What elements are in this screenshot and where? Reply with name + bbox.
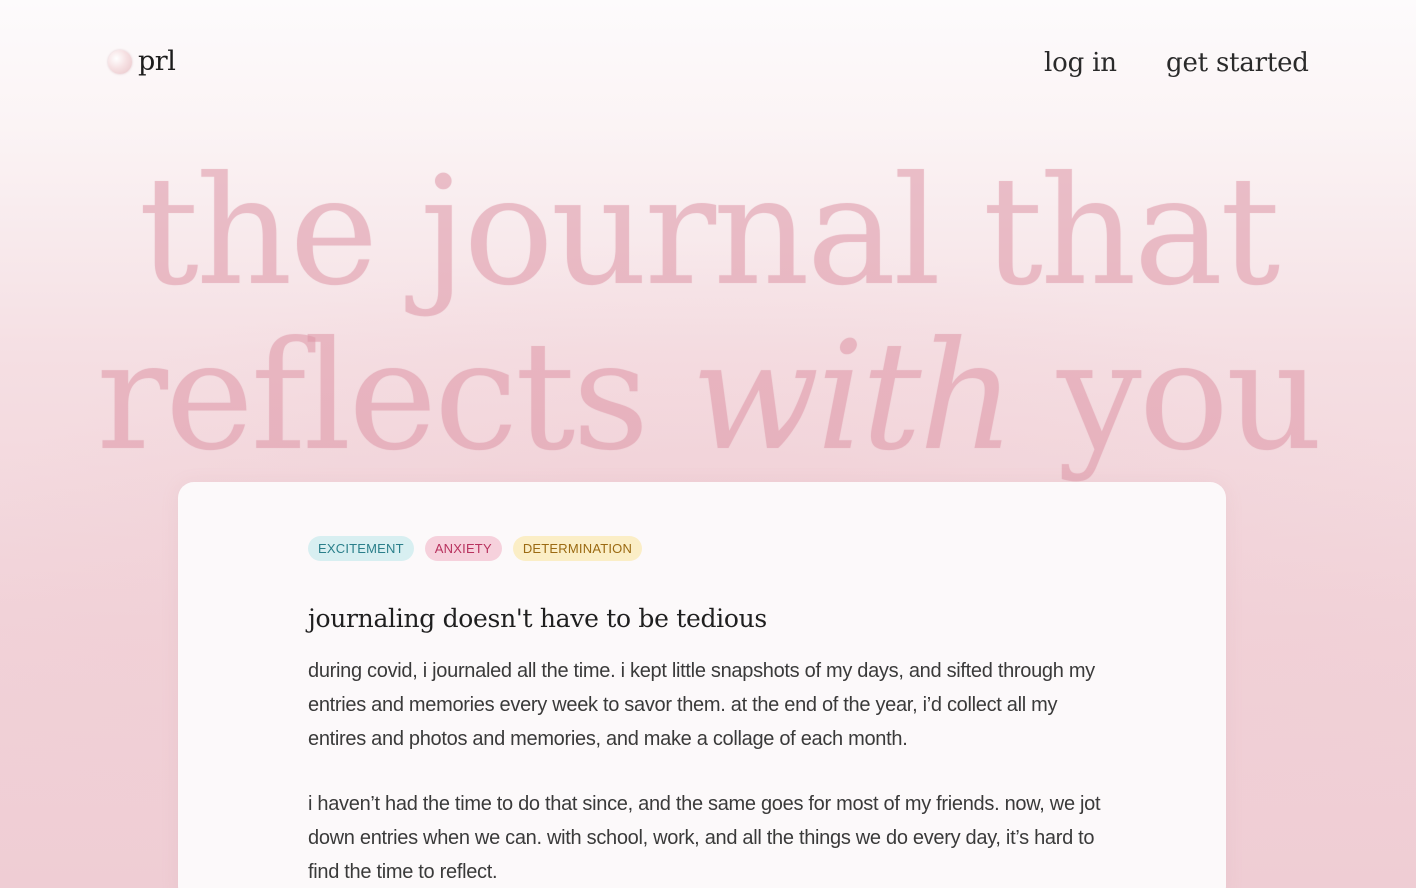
hero-word-you: you bbox=[1056, 310, 1323, 484]
pearl-logo-icon bbox=[108, 49, 132, 74]
get-started-link[interactable]: get started bbox=[1166, 48, 1309, 78]
hero-line-2: reflects with you bbox=[0, 315, 1416, 480]
logo-text: prl bbox=[138, 46, 176, 77]
hero-word-with: with bbox=[691, 310, 1015, 484]
entry-paragraph: i haven’t had the time to do that since,… bbox=[308, 793, 1101, 883]
login-link[interactable]: log in bbox=[1044, 48, 1117, 78]
hero-line-1: the journal that bbox=[138, 145, 1281, 319]
logo-link[interactable]: prl bbox=[108, 46, 176, 77]
top-nav: prl log in get started bbox=[0, 0, 1416, 130]
hero-word-reflects: reflects bbox=[96, 310, 649, 484]
emotion-tags: EXCITEMENT ANXIETY DETERMINATION bbox=[308, 536, 643, 561]
tag-determination: DETERMINATION bbox=[512, 536, 643, 561]
entry-paragraph: during covid, i journaled all the time. … bbox=[308, 660, 1095, 750]
hero-headline: the journal that reflects with you bbox=[0, 150, 1416, 480]
tag-anxiety: ANXIETY bbox=[424, 536, 502, 561]
journal-entry-card: EXCITEMENT ANXIETY DETERMINATION journal… bbox=[178, 482, 1226, 888]
entry-title: journaling doesn't have to be tedious bbox=[308, 604, 767, 633]
tag-excitement: EXCITEMENT bbox=[308, 536, 414, 561]
